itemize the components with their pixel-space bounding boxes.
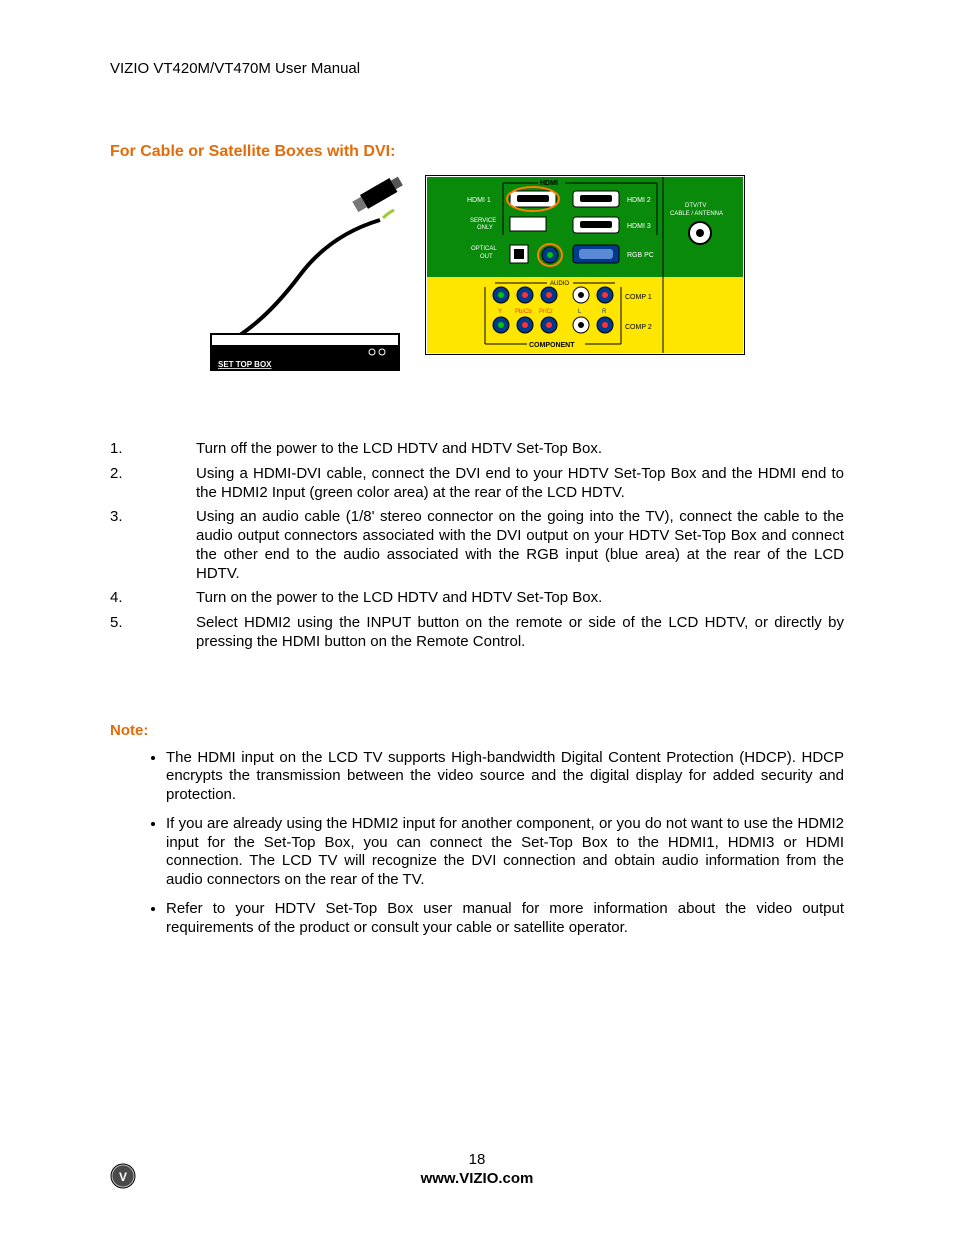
- svg-text:V: V: [119, 1170, 127, 1184]
- step-item: Turn on the power to the LCD HDTV and HD…: [110, 589, 844, 608]
- step-item: Using a HDMI-DVI cable, connect the DVI …: [110, 465, 844, 503]
- svg-text:SERVICE: SERVICE: [470, 218, 496, 224]
- svg-text:DTV/TV: DTV/TV: [685, 203, 706, 209]
- footer-site: www.VIZIO.com: [110, 1170, 844, 1187]
- svg-text:RGB PC: RGB PC: [627, 252, 654, 259]
- svg-text:Y: Y: [498, 309, 502, 315]
- svg-text:OPTICAL: OPTICAL: [471, 246, 497, 252]
- tv-back-panel: HDMI HDMI 1 HDMI 2 SERVICE ONLY: [425, 175, 745, 355]
- svg-text:HDMI 3: HDMI 3: [627, 223, 651, 230]
- svg-text:R: R: [602, 309, 607, 315]
- svg-text:HDMI: HDMI: [540, 180, 558, 187]
- illustration-row: SET TOP BOX HDMI HDMI 1: [110, 175, 844, 380]
- note-heading: Note:: [110, 722, 844, 739]
- svg-text:AUDIO: AUDIO: [550, 281, 569, 287]
- svg-text:Pb/Cb: Pb/Cb: [515, 309, 532, 315]
- page: VIZIO VT420M/VT470M User Manual For Cabl…: [0, 0, 954, 1235]
- step-item: Turn off the power to the LCD HDTV and H…: [110, 440, 844, 459]
- step-item: Using an audio cable (1/8' stereo connec…: [110, 508, 844, 583]
- page-footer: V 18 www.VIZIO.com: [110, 1151, 844, 1187]
- svg-text:HDMI 1: HDMI 1: [467, 197, 491, 204]
- steps-list: Turn off the power to the LCD HDTV and H…: [110, 440, 844, 652]
- step-item: Select HDMI2 using the INPUT button on t…: [110, 614, 844, 652]
- document-header: VIZIO VT420M/VT470M User Manual: [110, 60, 844, 77]
- note-item: The HDMI input on the LCD TV supports Hi…: [166, 749, 844, 805]
- page-number: 18: [110, 1151, 844, 1168]
- vizio-logo-icon: V: [110, 1163, 136, 1193]
- notes-list: The HDMI input on the LCD TV supports Hi…: [110, 749, 844, 938]
- svg-text:CABLE / ANTENNA: CABLE / ANTENNA: [670, 211, 723, 217]
- svg-text:OUT: OUT: [480, 254, 493, 260]
- settop-box-diagram: SET TOP BOX: [200, 175, 405, 380]
- svg-text:COMP 2: COMP 2: [625, 324, 652, 331]
- svg-text:COMP 1: COMP 1: [625, 294, 652, 301]
- svg-text:ONLY: ONLY: [477, 225, 493, 231]
- svg-text:COMPONENT: COMPONENT: [529, 342, 575, 349]
- note-item: Refer to your HDTV Set-Top Box user manu…: [166, 900, 844, 938]
- note-item: If you are already using the HDMI2 input…: [166, 815, 844, 890]
- svg-text:Pr/Cr: Pr/Cr: [539, 309, 553, 315]
- settop-label: SET TOP BOX: [218, 360, 272, 369]
- svg-text:HDMI 2: HDMI 2: [627, 197, 651, 204]
- section-heading: For Cable or Satellite Boxes with DVI:: [110, 143, 844, 161]
